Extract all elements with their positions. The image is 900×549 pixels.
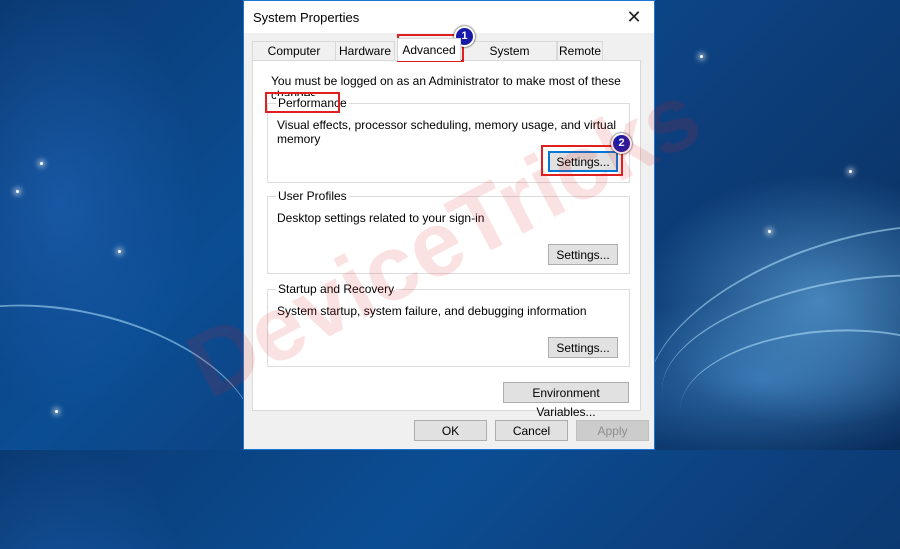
wave-decoration <box>0 272 277 549</box>
star-decoration <box>16 190 19 193</box>
ok-button[interactable]: OK <box>414 420 487 441</box>
apply-button[interactable]: Apply <box>576 420 649 441</box>
user-profiles-group: User Profiles Desktop settings related t… <box>267 189 630 274</box>
startup-recovery-title: Startup and Recovery <box>276 282 397 296</box>
tab-computer-name[interactable]: Computer Name <box>252 41 336 77</box>
star-decoration <box>700 55 703 58</box>
star-decoration <box>40 162 43 165</box>
user-profiles-title: User Profiles <box>276 189 349 203</box>
tab-system-protection[interactable]: System Protection <box>462 41 557 77</box>
environment-variables-button[interactable]: Environment Variables... <box>503 382 629 419</box>
title-bar[interactable]: System Properties ✕ <box>244 1 654 33</box>
performance-group: Performance Visual effects, processor sc… <box>267 96 630 183</box>
advanced-tab-panel: You must be logged on as an Administrato… <box>252 60 641 419</box>
step-badge-2: 2 <box>611 133 632 154</box>
startup-recovery-settings-button[interactable]: Settings... <box>548 337 618 358</box>
tab-advanced[interactable]: Advanced <box>397 38 461 61</box>
performance-description: Visual effects, processor scheduling, me… <box>277 118 617 146</box>
star-decoration <box>768 230 771 233</box>
window-title: System Properties <box>253 10 360 25</box>
tab-hardware[interactable]: Hardware <box>335 41 395 60</box>
star-decoration <box>849 170 852 173</box>
startup-recovery-description: System startup, system failure, and debu… <box>277 304 587 318</box>
performance-settings-button[interactable]: Settings... <box>548 151 618 172</box>
system-properties-dialog: System Properties ✕ Computer Name Hardwa… <box>243 0 655 450</box>
user-profiles-description: Desktop settings related to your sign-in <box>277 211 485 225</box>
cancel-button[interactable]: Cancel <box>495 420 568 441</box>
user-profiles-settings-button[interactable]: Settings... <box>548 244 618 265</box>
close-icon[interactable]: ✕ <box>614 1 654 33</box>
tab-remote[interactable]: Remote <box>557 41 603 60</box>
startup-recovery-group: Startup and Recovery System startup, sys… <box>267 282 630 367</box>
performance-title: Performance <box>276 96 349 110</box>
star-decoration <box>55 410 58 413</box>
star-decoration <box>118 250 121 253</box>
